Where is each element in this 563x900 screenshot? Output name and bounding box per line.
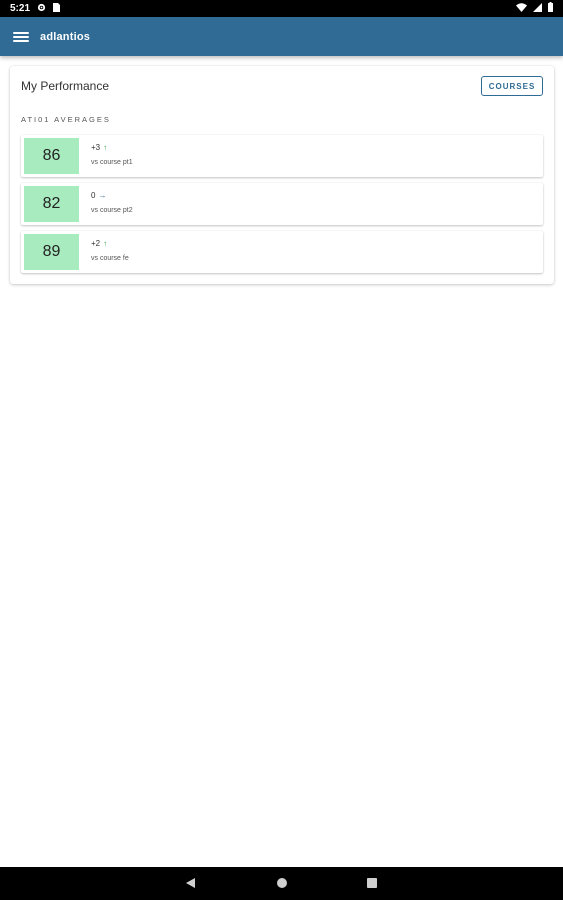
card-title: My Performance — [21, 79, 110, 93]
hamburger-menu-icon[interactable] — [13, 30, 29, 44]
battery-icon — [548, 2, 553, 15]
navigation-bar — [0, 867, 563, 900]
app-bar: adlantios — [0, 17, 563, 56]
score-value: 89 — [24, 234, 79, 270]
score-row-fe[interactable]: 89 +2 ↑ vs course fe — [21, 231, 543, 273]
recents-icon[interactable] — [367, 878, 377, 888]
sim-icon — [53, 2, 61, 15]
app-title: adlantios — [40, 30, 91, 43]
back-icon[interactable] — [186, 878, 195, 888]
home-icon[interactable] — [277, 878, 287, 888]
score-delta: 0 → — [91, 191, 106, 200]
section-label: ATI01 AVERAGES — [21, 115, 111, 124]
delta-value: 0 — [91, 191, 96, 200]
status-time: 5:21 — [10, 3, 31, 14]
delta-value: +2 — [91, 239, 101, 248]
comparison-label: vs course pt1 — [91, 159, 133, 166]
score-row-pt1[interactable]: 86 +3 ↑ vs course pt1 — [21, 135, 543, 177]
arrow-up-icon: ↑ — [103, 143, 108, 152]
arrow-right-icon: → — [98, 191, 107, 200]
delta-value: +3 — [91, 143, 101, 152]
score-row-pt2[interactable]: 82 0 → vs course pt2 — [21, 183, 543, 225]
settings-icon — [37, 3, 46, 15]
performance-card: My Performance COURSES ATI01 AVERAGES 86… — [10, 66, 554, 284]
wifi-icon — [516, 2, 527, 15]
score-delta: +2 ↑ — [91, 239, 107, 248]
comparison-label: vs course pt2 — [91, 207, 133, 214]
courses-button[interactable]: COURSES — [481, 76, 543, 96]
status-bar: 5:21 — [0, 0, 563, 17]
arrow-up-icon: ↑ — [103, 239, 108, 248]
signal-icon — [533, 2, 542, 15]
score-value: 82 — [24, 186, 79, 222]
score-delta: +3 ↑ — [91, 143, 107, 152]
score-value: 86 — [24, 138, 79, 174]
comparison-label: vs course fe — [91, 255, 129, 262]
